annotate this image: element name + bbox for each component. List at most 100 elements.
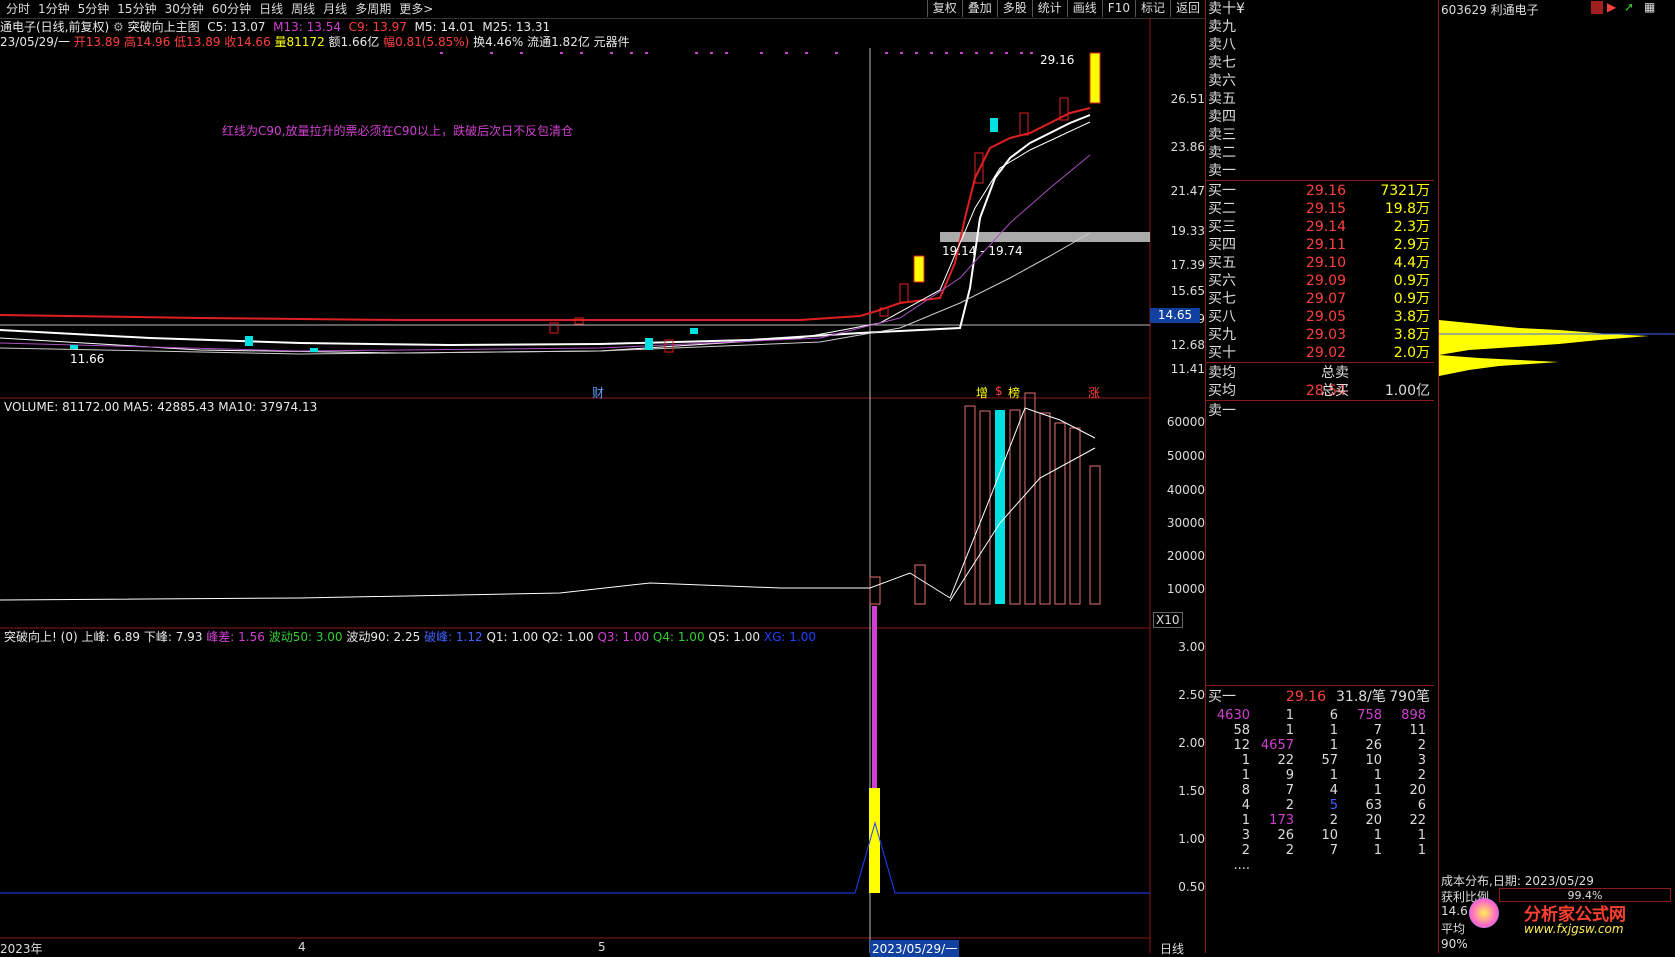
buy-volume: 2.0万 [1393, 345, 1430, 361]
sell-level: 卖八 [1206, 36, 1434, 54]
queue-cell: 2 [1329, 813, 1338, 828]
buy-level[interactable]: 买十 29.02 2.0万 [1206, 344, 1434, 362]
sell-label: 卖九 [1208, 19, 1236, 35]
back-button[interactable]: 返回 [1169, 0, 1205, 17]
queue-cell: 63 [1365, 798, 1382, 813]
tab-30min[interactable]: 30分钟 [161, 1, 208, 17]
price-tick: 19.33 [1170, 224, 1205, 238]
chart-tools: 复权 叠加 多股 统计 画线 F10 标记 返回 [926, 0, 1205, 17]
mark-button[interactable]: 标记 [1134, 0, 1170, 17]
queue-cell: 2 [1285, 843, 1294, 858]
buy-level[interactable]: 买二 29.15 19.8万 [1206, 200, 1434, 218]
indicator-title[interactable]: 突破向上! [4, 630, 57, 644]
arrow-icon[interactable]: ➚ [1624, 0, 1634, 14]
queue-cell: 22 [1409, 813, 1426, 828]
volume-tick: 30000 [1166, 516, 1205, 530]
buy-level[interactable]: 买九 29.03 3.8万 [1206, 326, 1434, 344]
volume-tick: 50000 [1166, 449, 1205, 463]
indicator-tick: 1.50 [1178, 784, 1205, 798]
grid-icon[interactable]: ▦ [1644, 0, 1655, 14]
tab-more[interactable]: 更多> [395, 1, 437, 17]
time-label: 2023年 [0, 942, 43, 956]
buy-level[interactable]: 买七 29.07 0.9万 [1206, 290, 1434, 308]
queue-cell: 1 [1241, 768, 1250, 783]
price-line-label: 14.6 [1441, 904, 1468, 918]
multi-stock-button[interactable]: 多股 [996, 0, 1032, 17]
queue-cell: 1 [1373, 783, 1382, 798]
restore-rights-button[interactable]: 复权 [926, 0, 962, 17]
queue-cell: 173 [1269, 813, 1294, 828]
queue-cell: 58 [1233, 723, 1250, 738]
buy-level[interactable]: 买一 29.16 7321万 [1206, 182, 1434, 200]
statistics-button[interactable]: 统计 [1031, 0, 1067, 17]
event-mark[interactable]: 增 [976, 384, 988, 401]
indicator-pane-header: 突破向上! (0) 上峰: 6.89 下峰: 7.93 峰差: 1.56 波动5… [4, 630, 816, 644]
play-icon[interactable]: ▶ [1607, 0, 1616, 14]
queue-per-order: 31.8/笔 [1336, 689, 1386, 705]
avg-label: 平均 [1441, 922, 1466, 936]
tab-5min[interactable]: 5分钟 [74, 1, 114, 17]
flag-icon[interactable] [1591, 1, 1603, 14]
buy-price: 29.15 [1305, 201, 1346, 217]
sell-level: 卖一 [1206, 162, 1434, 180]
buy-volume: 2.9万 [1393, 237, 1430, 253]
sell-level: 卖二 [1206, 144, 1434, 162]
queue-cell: 758 [1357, 708, 1382, 723]
price-tick: 17.39 [1170, 258, 1205, 272]
buy-price: 29.09 [1305, 273, 1346, 289]
stock-code-name: 603629 利通电子 [1441, 3, 1539, 17]
event-mark[interactable]: 财 [592, 384, 604, 401]
low-label: 11.66 [70, 352, 105, 366]
sell-level: 卖五 [1206, 90, 1434, 108]
tab-fenshi[interactable]: 分时 [2, 1, 34, 17]
buy-level[interactable]: 买四 29.11 2.9万 [1206, 236, 1434, 254]
queue-cell: 4657 [1260, 738, 1294, 753]
buy-volume: 0.9万 [1393, 273, 1430, 289]
buy-volume: 3.8万 [1393, 309, 1430, 325]
indicator-axis: 3.00 2.50 2.00 1.50 1.00 0.50 [1150, 640, 1205, 900]
draw-line-button[interactable]: 画线 [1066, 0, 1102, 17]
crosshair-date: 2023/05/29/一 [870, 940, 960, 957]
event-mark[interactable]: 涨 [1088, 384, 1100, 401]
sell-level: 卖三 [1206, 126, 1434, 144]
queue-cell: 1 [1285, 723, 1294, 738]
volume-axis: 60000 50000 40000 30000 20000 10000 [1150, 415, 1205, 625]
tab-1min[interactable]: 1分钟 [34, 1, 74, 17]
event-mark[interactable]: $ [995, 384, 1003, 398]
queue-cell: 6 [1417, 798, 1426, 813]
down-peak: 下峰: 7.93 [143, 630, 203, 644]
zone-label: 19.14 - 19.74 [942, 244, 1023, 258]
overlay-button[interactable]: 叠加 [961, 0, 997, 17]
period-label[interactable]: 日线 [1160, 940, 1184, 957]
queue-cell: 1 [1329, 723, 1338, 738]
tab-daily[interactable]: 日线 [255, 1, 287, 17]
buy-level[interactable]: 买五 29.10 4.4万 [1206, 254, 1434, 272]
buy-label: 买六 [1208, 273, 1236, 289]
queue-cell: 12 [1233, 738, 1250, 753]
queue-cell: 20 [1365, 813, 1382, 828]
buy-level[interactable]: 买三 29.14 2.3万 [1206, 218, 1434, 236]
f10-button[interactable]: F10 [1101, 0, 1135, 17]
divider [1206, 685, 1434, 686]
queue-grid: 4630 1 6 758 898 58 1 1 7 11 12 4657 1 26 2 1 22 57 10 3… [1206, 708, 1434, 873]
sell-level: 卖七 [1206, 54, 1434, 72]
tab-15min[interactable]: 15分钟 [113, 1, 160, 17]
volume-header: VOLUME: 81172.00 MA5: 42885.43 MA10: 379… [4, 400, 318, 414]
peak-diff: 峰差: 1.56 [206, 630, 265, 644]
period-tabs: 分时 1分钟 5分钟 15分钟 30分钟 60分钟 日线 周线 月线 多周期 更… [2, 1, 437, 17]
queue-cell: 1 [1417, 828, 1426, 843]
sell-avg-row: 卖均 总卖 [1206, 364, 1434, 382]
buy-level[interactable]: 买六 29.09 0.9万 [1206, 272, 1434, 290]
buy-avg-row: 买均 28.54 总买 1.00亿 [1206, 382, 1434, 400]
tab-monthly[interactable]: 月线 [319, 1, 351, 17]
sell-label: 卖六 [1208, 73, 1236, 89]
tab-multi-period[interactable]: 多周期 [351, 1, 395, 17]
queue-cell: 1 [1417, 843, 1426, 858]
tab-60min[interactable]: 60分钟 [208, 1, 255, 17]
tab-weekly[interactable]: 周线 [287, 1, 319, 17]
buy-level[interactable]: 买八 29.05 3.8万 [1206, 308, 1434, 326]
buy-avg-label: 买均 [1208, 383, 1236, 399]
event-mark[interactable]: 榜 [1008, 384, 1020, 401]
buy-price: 29.14 [1305, 219, 1346, 235]
chart-canvas[interactable] [0, 18, 1205, 953]
